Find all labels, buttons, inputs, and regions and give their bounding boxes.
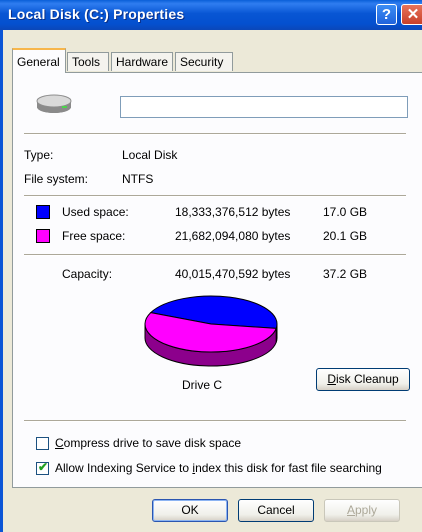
indexing-text-2: ndex this disk for fast file searching	[195, 461, 382, 475]
free-space-bytes: 21,682,094,080 bytes	[175, 229, 291, 243]
title-bar[interactable]: Local Disk (C:) Properties ? ✕	[0, 0, 422, 30]
apply-mnemonic: A	[346, 503, 355, 517]
free-space-size: 20.1 GB	[323, 229, 368, 243]
compress-mnemonic: C	[55, 436, 64, 450]
used-space-label: Used space:	[62, 205, 129, 219]
separator	[24, 133, 406, 135]
used-space-bytes: 18,333,376,512 bytes	[175, 205, 291, 219]
apply-button[interactable]: Apply	[324, 499, 400, 522]
indexing-checkbox[interactable]: ✔	[36, 460, 49, 475]
help-button[interactable]: ?	[376, 4, 397, 25]
window-frame-left	[0, 30, 3, 532]
used-space-size: 17.0 GB	[323, 205, 368, 219]
separator	[24, 254, 406, 256]
disk-cleanup-mnemonic: D	[327, 372, 336, 386]
used-space-swatch	[36, 205, 50, 219]
file-system-label: File system:	[24, 172, 89, 186]
apply-label: pply	[355, 503, 378, 517]
compress-label[interactable]: Compress drive to save disk space	[55, 436, 241, 450]
capacity-label: Capacity:	[62, 267, 113, 281]
drive-label-input[interactable]	[120, 96, 408, 118]
separator	[24, 195, 406, 197]
free-space-swatch	[36, 229, 50, 243]
separator	[24, 420, 406, 422]
checkmark-icon: ✔	[38, 460, 49, 474]
indexing-label[interactable]: Allow Indexing Service to index this dis…	[55, 461, 382, 475]
drive-label: Drive C	[182, 378, 223, 392]
disk-cleanup-label: isk Cleanup	[335, 372, 399, 386]
tab-tools[interactable]: Tools	[67, 52, 109, 71]
free-space-label: Free space:	[62, 229, 126, 243]
tab-general[interactable]: General	[12, 48, 66, 73]
tab-hardware[interactable]: Hardware	[111, 52, 173, 71]
compress-checkbox[interactable]	[36, 437, 49, 450]
file-system-value: NTFS	[122, 172, 154, 186]
disk-cleanup-button[interactable]: Disk Cleanup	[316, 368, 410, 391]
close-button[interactable]: ✕	[401, 4, 422, 25]
window-title: Local Disk (C:) Properties	[8, 6, 185, 22]
indexing-text-1: Allow Indexing Service to	[55, 461, 193, 475]
tab-security[interactable]: Security	[175, 52, 233, 71]
type-label: Type:	[24, 148, 54, 162]
disk-usage-pie-chart	[144, 295, 278, 367]
cancel-button[interactable]: Cancel	[238, 499, 314, 522]
properties-window: Local Disk (C:) Properties ? ✕ General T…	[0, 0, 422, 532]
compress-text: ompress drive to save disk space	[63, 436, 242, 450]
type-value: Local Disk	[122, 148, 178, 162]
hard-drive-icon	[36, 94, 72, 113]
capacity-bytes: 40,015,470,592 bytes	[175, 267, 291, 281]
ok-button[interactable]: OK	[152, 499, 228, 522]
capacity-size: 37.2 GB	[323, 267, 368, 281]
